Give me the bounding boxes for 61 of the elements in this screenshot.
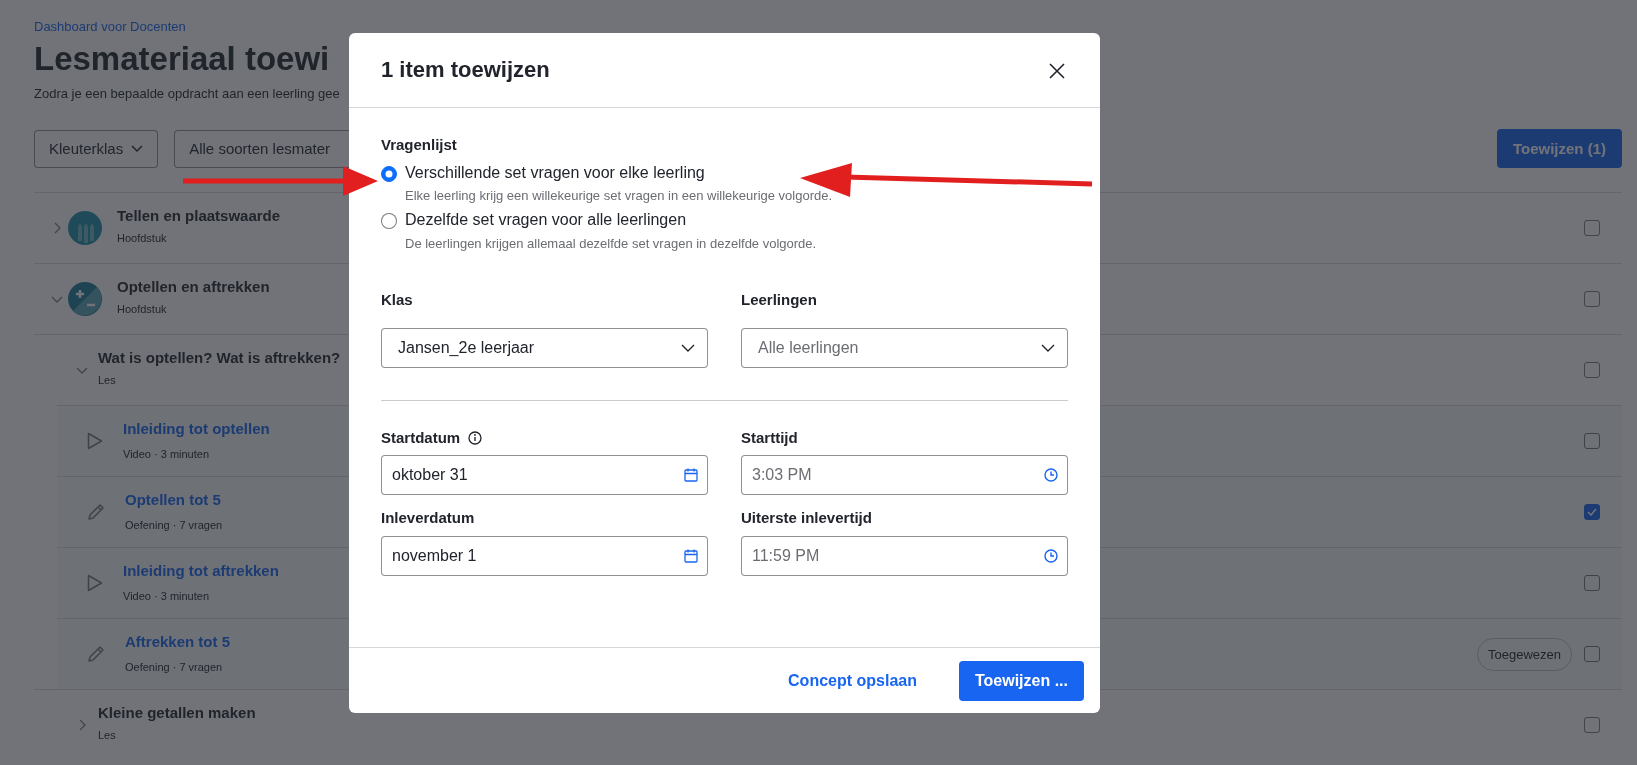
dropdown-field[interactable]: Jansen_2e leerjaar — [381, 327, 708, 368]
option-description: Elke leerling krijg een willekeurige set vragen in een willekeurige volgorde. — [405, 187, 834, 206]
option-description: De leerlingen krijgen allemaal dezelfde set vragen in dezelfde volgorde. — [405, 234, 818, 253]
row-checkbox[interactable] — [1584, 362, 1600, 379]
clock-icon — [1044, 548, 1058, 563]
page-description: Zodra je een bepaalde opdracht aan een leerling gee — [34, 84, 341, 103]
field-label: Startdatum — [381, 427, 461, 448]
content-link[interactable]: Inleiding tot aftrekken — [123, 562, 279, 581]
raised-hands-icon — [68, 211, 102, 246]
row-type: Video · 3 minuten — [123, 590, 210, 603]
row-type: Les — [98, 729, 116, 742]
field-label: Leerlingen — [741, 290, 818, 311]
date-field[interactable]: november 1 — [381, 535, 708, 576]
caret-icon — [131, 144, 144, 153]
row-type: Oefening · 7 vragen — [125, 661, 223, 674]
content-link[interactable]: Inleiding tot optellen — [123, 420, 270, 439]
row-checkbox[interactable] — [1584, 220, 1600, 237]
breadcrumb-link[interactable]: Dashboard voor Docenten — [34, 17, 186, 37]
dropdown-field[interactable]: Alle leerlingen — [741, 327, 1068, 368]
content-link[interactable]: Optellen tot 5 — [125, 491, 221, 510]
option-label: Verschillende set vragen voor elke leerling — [405, 162, 705, 183]
close-icon — [1048, 61, 1066, 80]
field-label: Inleverdatum — [381, 508, 475, 529]
option-label: Dezelfde set vragen voor alle leerlingen — [405, 209, 687, 230]
row-checkbox[interactable] — [1584, 291, 1600, 308]
time-field[interactable]: 11:59 PM — [741, 535, 1068, 576]
row-title: Tellen en plaatswaarde — [117, 207, 281, 226]
time-field[interactable]: 3:03 PM — [741, 455, 1068, 496]
row-title: Wat is optellen? Wat is aftrekken? — [98, 349, 341, 368]
field-label: Uiterste inlevertijd — [741, 508, 872, 529]
calendar-icon — [684, 468, 698, 483]
row-type: Oefening · 7 vragen — [125, 519, 223, 532]
check-icon — [1587, 508, 1597, 517]
row-checkbox[interactable] — [1584, 433, 1600, 450]
field-label: Klas — [381, 290, 414, 311]
row-type: Hoofdstuk — [117, 232, 167, 245]
row-type: Hoofdstuk — [117, 303, 167, 316]
calendar-icon — [684, 548, 698, 563]
assign-confirm-button[interactable]: Toewijzen ... — [958, 660, 1084, 701]
content-link[interactable]: Aftrekken tot 5 — [125, 633, 231, 652]
plus-minus-icon — [68, 282, 102, 317]
assign-button[interactable]: Toewijzen (1) — [1496, 129, 1622, 169]
row-title: Kleine getallen maken — [98, 704, 256, 723]
row-title: Optellen en aftrekken — [117, 278, 270, 297]
row-checkbox[interactable] — [1584, 575, 1600, 592]
row-type: Video · 3 minuten — [123, 448, 210, 461]
page-title: Lesmateriaal toewi — [34, 40, 330, 78]
field-label: Starttijd — [741, 427, 798, 448]
date-field[interactable]: oktober 31 — [381, 455, 708, 496]
radio-button[interactable] — [381, 212, 397, 229]
radio-button[interactable] — [381, 165, 397, 182]
row-checkbox[interactable] — [1584, 717, 1600, 734]
filter-dropdown[interactable]: Kleuterklas — [34, 129, 159, 168]
save-draft-button[interactable]: Concept opslaan — [782, 667, 923, 694]
clock-icon — [1044, 468, 1058, 483]
dialog-title: 1 item toewijzen — [381, 56, 550, 84]
caret-icon — [1041, 343, 1055, 352]
row-checkbox[interactable] — [1584, 504, 1600, 521]
row-checkbox[interactable] — [1584, 646, 1600, 663]
caret-icon — [681, 343, 695, 352]
row-type: Les — [98, 374, 116, 387]
